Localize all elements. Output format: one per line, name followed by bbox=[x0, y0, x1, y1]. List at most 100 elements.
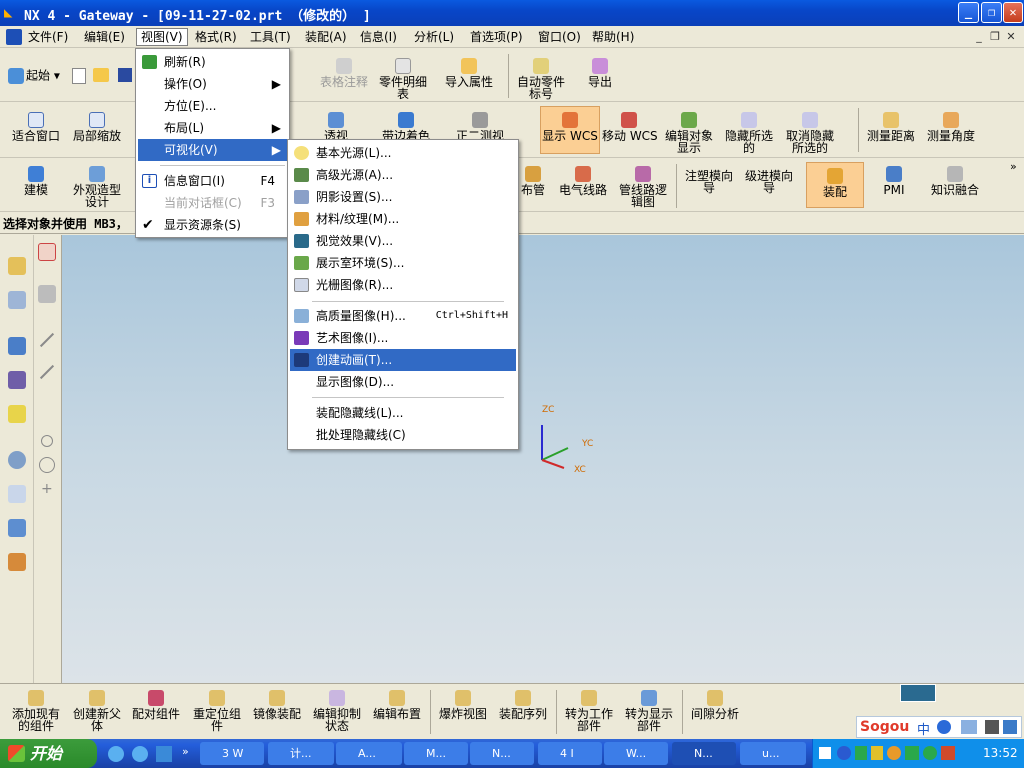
menu-item-display-image[interactable]: 显示图像(D)... bbox=[290, 371, 516, 393]
menu-item-basic-lights[interactable]: 基本光源(L)... bbox=[290, 142, 516, 164]
menu-format[interactable]: 格式(R) bbox=[191, 28, 241, 46]
menu-item-layout[interactable]: 布局(L) ▶ bbox=[138, 117, 287, 139]
menu-item-operation[interactable]: 操作(O) ▶ bbox=[138, 73, 287, 95]
move-wcs-button[interactable]: 移动 WCS bbox=[602, 112, 658, 142]
export-button[interactable]: 导出 bbox=[580, 58, 620, 88]
mate-component-button[interactable]: 配对组件 bbox=[128, 690, 184, 720]
doc-minimize-icon[interactable]: _ bbox=[972, 30, 986, 44]
task-window[interactable]: W... bbox=[604, 742, 668, 765]
mirror-assembly-button[interactable]: 镜像装配 bbox=[250, 690, 304, 720]
parts-list-button[interactable]: 零件明细 表 bbox=[376, 58, 430, 100]
quicklaunch-overflow-icon[interactable]: » bbox=[182, 745, 189, 758]
menu-edit[interactable]: 编辑(E) bbox=[80, 28, 129, 46]
desktop-icon[interactable] bbox=[156, 746, 172, 762]
menu-analysis[interactable]: 分析(L) bbox=[410, 28, 458, 46]
task-app-a[interactable]: A... bbox=[336, 742, 402, 765]
create-new-parent-button[interactable]: 创建新父 体 bbox=[70, 690, 124, 732]
modeling-button[interactable]: 建模 bbox=[14, 166, 58, 196]
menu-item-high-quality-image[interactable]: 高质量图像(H)... Ctrl+Shift+H bbox=[290, 305, 516, 327]
minimize-button[interactable]: _ bbox=[958, 2, 979, 23]
menu-item-create-animation[interactable]: 创建动画(T)... bbox=[290, 349, 516, 371]
circle-icon[interactable] bbox=[41, 435, 53, 447]
table-note-button[interactable]: 表格注释 bbox=[314, 58, 374, 88]
reuse-library-icon[interactable] bbox=[8, 371, 26, 389]
menu-help[interactable]: 帮助(H) bbox=[588, 28, 638, 46]
menu-item-raster-image[interactable]: 光栅图像(R)... bbox=[290, 274, 516, 296]
save-icon[interactable] bbox=[118, 68, 132, 82]
fit-window-button[interactable]: 适合窗口 bbox=[6, 112, 66, 142]
hide-selected-button[interactable]: 隐藏所选 的 bbox=[722, 112, 776, 154]
task-u[interactable]: u... bbox=[740, 742, 806, 765]
logical-routing-button[interactable]: 管线路逻 辑图 bbox=[616, 166, 670, 208]
network-tray-icon[interactable] bbox=[855, 746, 867, 760]
assembly-navigator-icon[interactable] bbox=[8, 257, 26, 275]
toolbar-overflow-icon[interactable]: » bbox=[1010, 160, 1017, 173]
tray-icon[interactable] bbox=[941, 746, 955, 760]
moon-icon[interactable] bbox=[937, 720, 951, 734]
history-icon[interactable] bbox=[8, 451, 26, 469]
edit-arrangements-button[interactable]: 编辑布置 bbox=[370, 690, 424, 720]
shape-studio-button[interactable]: 外观造型 设计 bbox=[68, 166, 126, 208]
menu-item-visual-effects[interactable]: 视觉效果(V)... bbox=[290, 230, 516, 252]
measure-angle-button[interactable]: 测量角度 bbox=[924, 112, 978, 142]
menu-item-showroom[interactable]: 展示室环境(S)... bbox=[290, 252, 516, 274]
wrench-icon[interactable] bbox=[1003, 720, 1017, 734]
open-folder-icon[interactable] bbox=[93, 68, 109, 82]
import-attributes-button[interactable]: 导入属性 bbox=[438, 58, 500, 88]
menu-assemblies[interactable]: 装配(A) bbox=[301, 28, 351, 46]
task-nx-active[interactable]: N... bbox=[672, 742, 736, 765]
edit-object-display-button[interactable]: 编辑对象 显示 bbox=[660, 112, 718, 154]
selection-filter-icon[interactable] bbox=[38, 285, 56, 303]
menu-item-refresh[interactable]: 刷新(R) bbox=[138, 51, 287, 73]
menu-item-artistic-image[interactable]: 艺术图像(I)... bbox=[290, 327, 516, 349]
task-ie[interactable]: 4 I bbox=[538, 742, 602, 765]
start-button[interactable]: 起始 ▾ bbox=[8, 68, 66, 84]
make-work-part-button[interactable]: 转为工作 部件 bbox=[562, 690, 616, 732]
exploded-views-button[interactable]: 爆炸视图 bbox=[436, 690, 490, 720]
measure-distance-button[interactable]: 测量距离 bbox=[864, 112, 918, 142]
task-nx[interactable]: N... bbox=[470, 742, 534, 765]
task-calculator[interactable]: 计... bbox=[268, 742, 334, 765]
menu-item-assembly-hidden-line[interactable]: 装配隐藏线(L)... bbox=[290, 402, 516, 424]
show-wcs-button[interactable]: 显示 WCS bbox=[540, 106, 600, 154]
zoom-region-button[interactable]: 局部缩放 bbox=[70, 112, 124, 142]
routing-button[interactable]: 布管 bbox=[518, 166, 548, 196]
qq-tray-icon[interactable] bbox=[887, 746, 901, 760]
clearance-analysis-button[interactable]: 间隙分析 bbox=[688, 690, 742, 720]
perspective-button[interactable]: 透视 bbox=[318, 112, 354, 142]
keyboard-icon[interactable] bbox=[961, 720, 977, 734]
make-displayed-part-button[interactable]: 转为显示 部件 bbox=[622, 690, 676, 732]
collapse-panel-icon[interactable] bbox=[900, 684, 936, 702]
menu-preferences[interactable]: 首选项(P) bbox=[466, 28, 527, 46]
menu-tools[interactable]: 工具(T) bbox=[246, 28, 295, 46]
tray-icon[interactable] bbox=[871, 746, 883, 760]
keyboard-tray-icon[interactable] bbox=[819, 747, 831, 759]
add-existing-component-button[interactable]: 添加现有 的组件 bbox=[8, 690, 64, 732]
doc-restore-icon[interactable]: ❐ bbox=[988, 30, 1002, 44]
auto-balloon-button[interactable]: 自动零件 标号 bbox=[514, 58, 568, 100]
roles-icon[interactable] bbox=[8, 553, 26, 571]
assembly-sequence-button[interactable]: 装配序列 bbox=[496, 690, 550, 720]
progressive-die-button[interactable]: 级进模向 导 bbox=[742, 170, 796, 194]
shaded-edges-button[interactable]: 带边着色 bbox=[376, 112, 436, 142]
process-studio-icon[interactable] bbox=[8, 519, 26, 537]
ie-icon[interactable] bbox=[108, 746, 124, 762]
help-icon[interactable] bbox=[8, 405, 26, 423]
line-icon[interactable] bbox=[39, 364, 55, 380]
mold-wizard-button[interactable]: 注塑模向 导 bbox=[682, 170, 736, 194]
line-icon[interactable] bbox=[39, 332, 55, 348]
start-menu-button[interactable]: 开始 bbox=[0, 739, 97, 768]
menu-item-resource-bar[interactable]: ✔ 显示资源条(S) bbox=[138, 214, 287, 236]
pmi-button[interactable]: PMI bbox=[876, 166, 912, 196]
electrical-button[interactable]: 电气线路 bbox=[556, 166, 610, 196]
menu-item-visualization[interactable]: 可视化(V) ▶ bbox=[138, 139, 287, 161]
graphics-viewport[interactable]: ZC YC XC bbox=[62, 235, 1024, 683]
new-file-icon[interactable] bbox=[72, 68, 86, 84]
menu-item-info-window[interactable]: i 信息窗口(I) F4 bbox=[138, 170, 287, 192]
security-tray-icon[interactable] bbox=[905, 746, 919, 760]
menu-view[interactable]: 视图(V) bbox=[136, 28, 188, 46]
menu-item-orient[interactable]: 方位(E)... bbox=[138, 95, 287, 117]
assemblies-button[interactable]: 装配 bbox=[806, 162, 864, 208]
point-icon[interactable]: + bbox=[41, 481, 53, 497]
menu-item-shadows[interactable]: 阴影设置(S)... bbox=[290, 186, 516, 208]
